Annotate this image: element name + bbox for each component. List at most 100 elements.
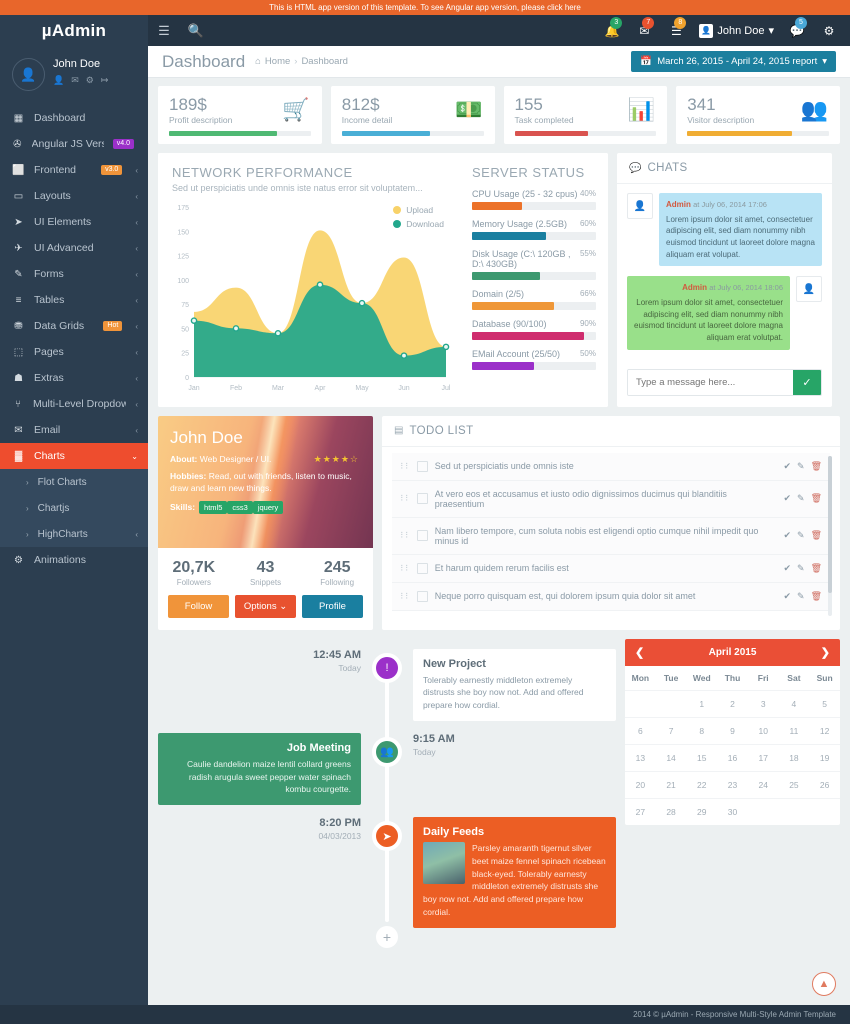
calendar-day-cell[interactable]: 7 (655, 716, 687, 744)
edit-icon[interactable]: ✎ (797, 563, 805, 574)
calendar-day-cell[interactable]: 1 (686, 689, 718, 717)
calendar-day-cell[interactable]: 2 (717, 689, 748, 717)
trash-icon[interactable]: 🗑 (811, 530, 822, 541)
calendar-day-cell[interactable]: 8 (686, 716, 718, 744)
sidebar-item-extras[interactable]: ☗ Extras ‹ (0, 365, 148, 391)
todo-checkbox[interactable] (416, 562, 428, 574)
calendar-day-cell[interactable]: 22 (686, 770, 718, 798)
avatar[interactable]: 👤 (12, 58, 45, 91)
sidebar-item-dashboard[interactable]: ▦ Dashboard (0, 105, 148, 131)
envelope-icon[interactable]: ✉ (71, 75, 79, 86)
chat-input[interactable] (628, 369, 793, 395)
profile-follow-button[interactable]: Follow (168, 594, 229, 618)
calendar-day-cell[interactable]: 3 (747, 689, 779, 717)
calendar-day-cell[interactable]: 20 (625, 770, 656, 798)
calendar-day-cell[interactable]: 18 (778, 743, 810, 771)
scroll-to-top-button[interactable]: ▲ (812, 972, 836, 996)
todo-checkbox[interactable] (416, 460, 428, 472)
sidebar-subitem-chartjs[interactable]: › Chartjs (0, 495, 148, 521)
todo-checkbox[interactable] (416, 590, 428, 602)
user-menu[interactable]: 👤 John Doe ▾ (693, 23, 780, 38)
edit-icon[interactable]: ✎ (797, 493, 805, 504)
user-icon[interactable]: 👤 (53, 75, 64, 86)
notifications-bell-icon[interactable]: 🔔 3 (597, 15, 627, 46)
check-icon[interactable]: ✔ (783, 493, 791, 504)
calendar-day-cell[interactable]: 28 (655, 797, 687, 825)
sidebar-item-multi-level-dropdown[interactable]: ⑂ Multi-Level Dropdown ‹ (0, 391, 148, 417)
edit-icon[interactable]: ✎ (797, 530, 805, 541)
calendar-day-cell[interactable]: 15 (686, 743, 718, 771)
search-icon[interactable]: 🔍 (180, 15, 212, 46)
sidebar-item-frontend[interactable]: ⬜ Frontend v3.0 ‹ (0, 157, 148, 183)
calendar-day-cell[interactable]: 17 (747, 743, 779, 771)
sidebar-item-angular-js-version[interactable]: ✇ Angular JS Version v4.0 (0, 131, 148, 157)
edit-icon[interactable]: ✎ (797, 461, 805, 472)
trash-icon[interactable]: 🗑 (811, 563, 822, 574)
messages-mail-icon[interactable]: ✉ 7 (629, 15, 659, 46)
calendar-day-cell[interactable]: 29 (686, 797, 718, 825)
chat-icon[interactable]: 💬 5 (782, 15, 812, 46)
drag-handle-icon[interactable]: ⠇⠇ (400, 592, 411, 601)
calendar-day-cell[interactable]: 19 (809, 743, 840, 771)
sidebar-item-tables[interactable]: ≡ Tables ‹ (0, 287, 148, 313)
sidebar-item-charts[interactable]: ▓ Charts ⌄ (0, 443, 148, 469)
sidebar-item-ui-advanced[interactable]: ✈ UI Advanced ‹ (0, 235, 148, 261)
drag-handle-icon[interactable]: ⠇⠇ (400, 564, 411, 573)
todo-item[interactable]: ⠇⠇ Et harum quidem rerum facilis est ✔ ✎ 🗑 (392, 554, 830, 583)
chat-send-button[interactable]: ✓ (793, 369, 821, 395)
sidebar-item-ui-elements[interactable]: ➤ UI Elements ‹ (0, 209, 148, 235)
home-icon[interactable]: ⌂ (255, 56, 261, 67)
promo-banner[interactable]: This is HTML app version of this templat… (0, 0, 850, 15)
gear-icon[interactable]: ⚙ (86, 75, 94, 86)
calendar-day-cell[interactable]: 16 (717, 743, 748, 771)
check-icon[interactable]: ✔ (783, 530, 791, 541)
calendar-day-cell[interactable]: 13 (625, 743, 656, 771)
calendar-day-cell[interactable]: 30 (717, 797, 748, 825)
calendar-day-cell[interactable]: 4 (778, 689, 810, 717)
calendar-day-cell[interactable]: 11 (778, 716, 810, 744)
profile-options-button[interactable]: Options ⌄ (235, 594, 296, 618)
breadcrumb-item-home[interactable]: Home (265, 56, 290, 67)
sidebar-item-animations[interactable]: ⚙ Animations (0, 547, 148, 573)
calendar-day-cell[interactable]: 23 (717, 770, 748, 798)
calendar-day-cell[interactable]: 24 (747, 770, 779, 798)
todo-item[interactable]: ⠇⠇ Sed ut perspiciatis unde omnis iste ✔ ✎ 🗑 (392, 452, 830, 481)
tasks-icon[interactable]: ☰ 8 (661, 15, 691, 46)
sidebar-item-data-grids[interactable]: ⛃ Data Grids Hot ‹ (0, 313, 148, 339)
todo-item[interactable]: ⠇⠇ Nam libero tempore, cum soluta nobis e… (392, 517, 830, 555)
calendar-day-cell[interactable]: 25 (778, 770, 810, 798)
settings-gear-icon[interactable]: ⚙ (814, 15, 844, 46)
trash-icon[interactable]: 🗑 (811, 461, 822, 472)
calendar-day-cell[interactable]: 26 (809, 770, 840, 798)
drag-handle-icon[interactable]: ⠇⠇ (400, 462, 411, 471)
sidebar-item-email[interactable]: ✉ Email ‹ (0, 417, 148, 443)
sidebar-item-layouts[interactable]: ▭ Layouts ‹ (0, 183, 148, 209)
sidebar-item-pages[interactable]: ⬚ Pages ‹ (0, 339, 148, 365)
calendar-day-cell[interactable]: 9 (717, 716, 748, 744)
check-icon[interactable]: ✔ (783, 591, 791, 602)
drag-handle-icon[interactable]: ⠇⠇ (400, 531, 411, 540)
edit-icon[interactable]: ✎ (797, 591, 805, 602)
calendar-day-cell[interactable]: 5 (809, 689, 840, 717)
calendar-day-cell[interactable]: 12 (809, 716, 840, 744)
timeline-add-button[interactable]: + (372, 921, 402, 952)
logout-icon[interactable]: ↦ (101, 75, 109, 86)
todo-item[interactable]: ⠇⠇ Neque porro quisquam est, qui dolorem … (392, 582, 830, 611)
check-icon[interactable]: ✔ (783, 461, 791, 472)
profile-profile-button[interactable]: Profile (302, 594, 363, 618)
calendar-day-cell[interactable]: 10 (747, 716, 779, 744)
brand-logo[interactable]: µAdmin (0, 15, 148, 46)
chevron-left-icon[interactable]: ❮ (635, 646, 644, 659)
todo-checkbox[interactable] (416, 530, 428, 541)
sidebar-item-forms[interactable]: ✎ Forms ‹ (0, 261, 148, 287)
chevron-right-icon[interactable]: ❯ (821, 646, 830, 659)
calendar-day-cell[interactable]: 14 (655, 743, 687, 771)
calendar-day-cell[interactable]: 21 (655, 770, 687, 798)
trash-icon[interactable]: 🗑 (811, 493, 822, 504)
sidebar-subitem-highcharts[interactable]: › HighCharts ‹ (0, 521, 148, 547)
calendar-day-cell[interactable]: 27 (625, 797, 656, 825)
check-icon[interactable]: ✔ (783, 563, 791, 574)
date-range-report-button[interactable]: 📅 March 26, 2015 - April 24, 2015 report… (631, 51, 836, 72)
todo-item[interactable]: ⠇⠇ At vero eos et accusamus et iusto odio… (392, 480, 830, 518)
trash-icon[interactable]: 🗑 (811, 591, 822, 602)
